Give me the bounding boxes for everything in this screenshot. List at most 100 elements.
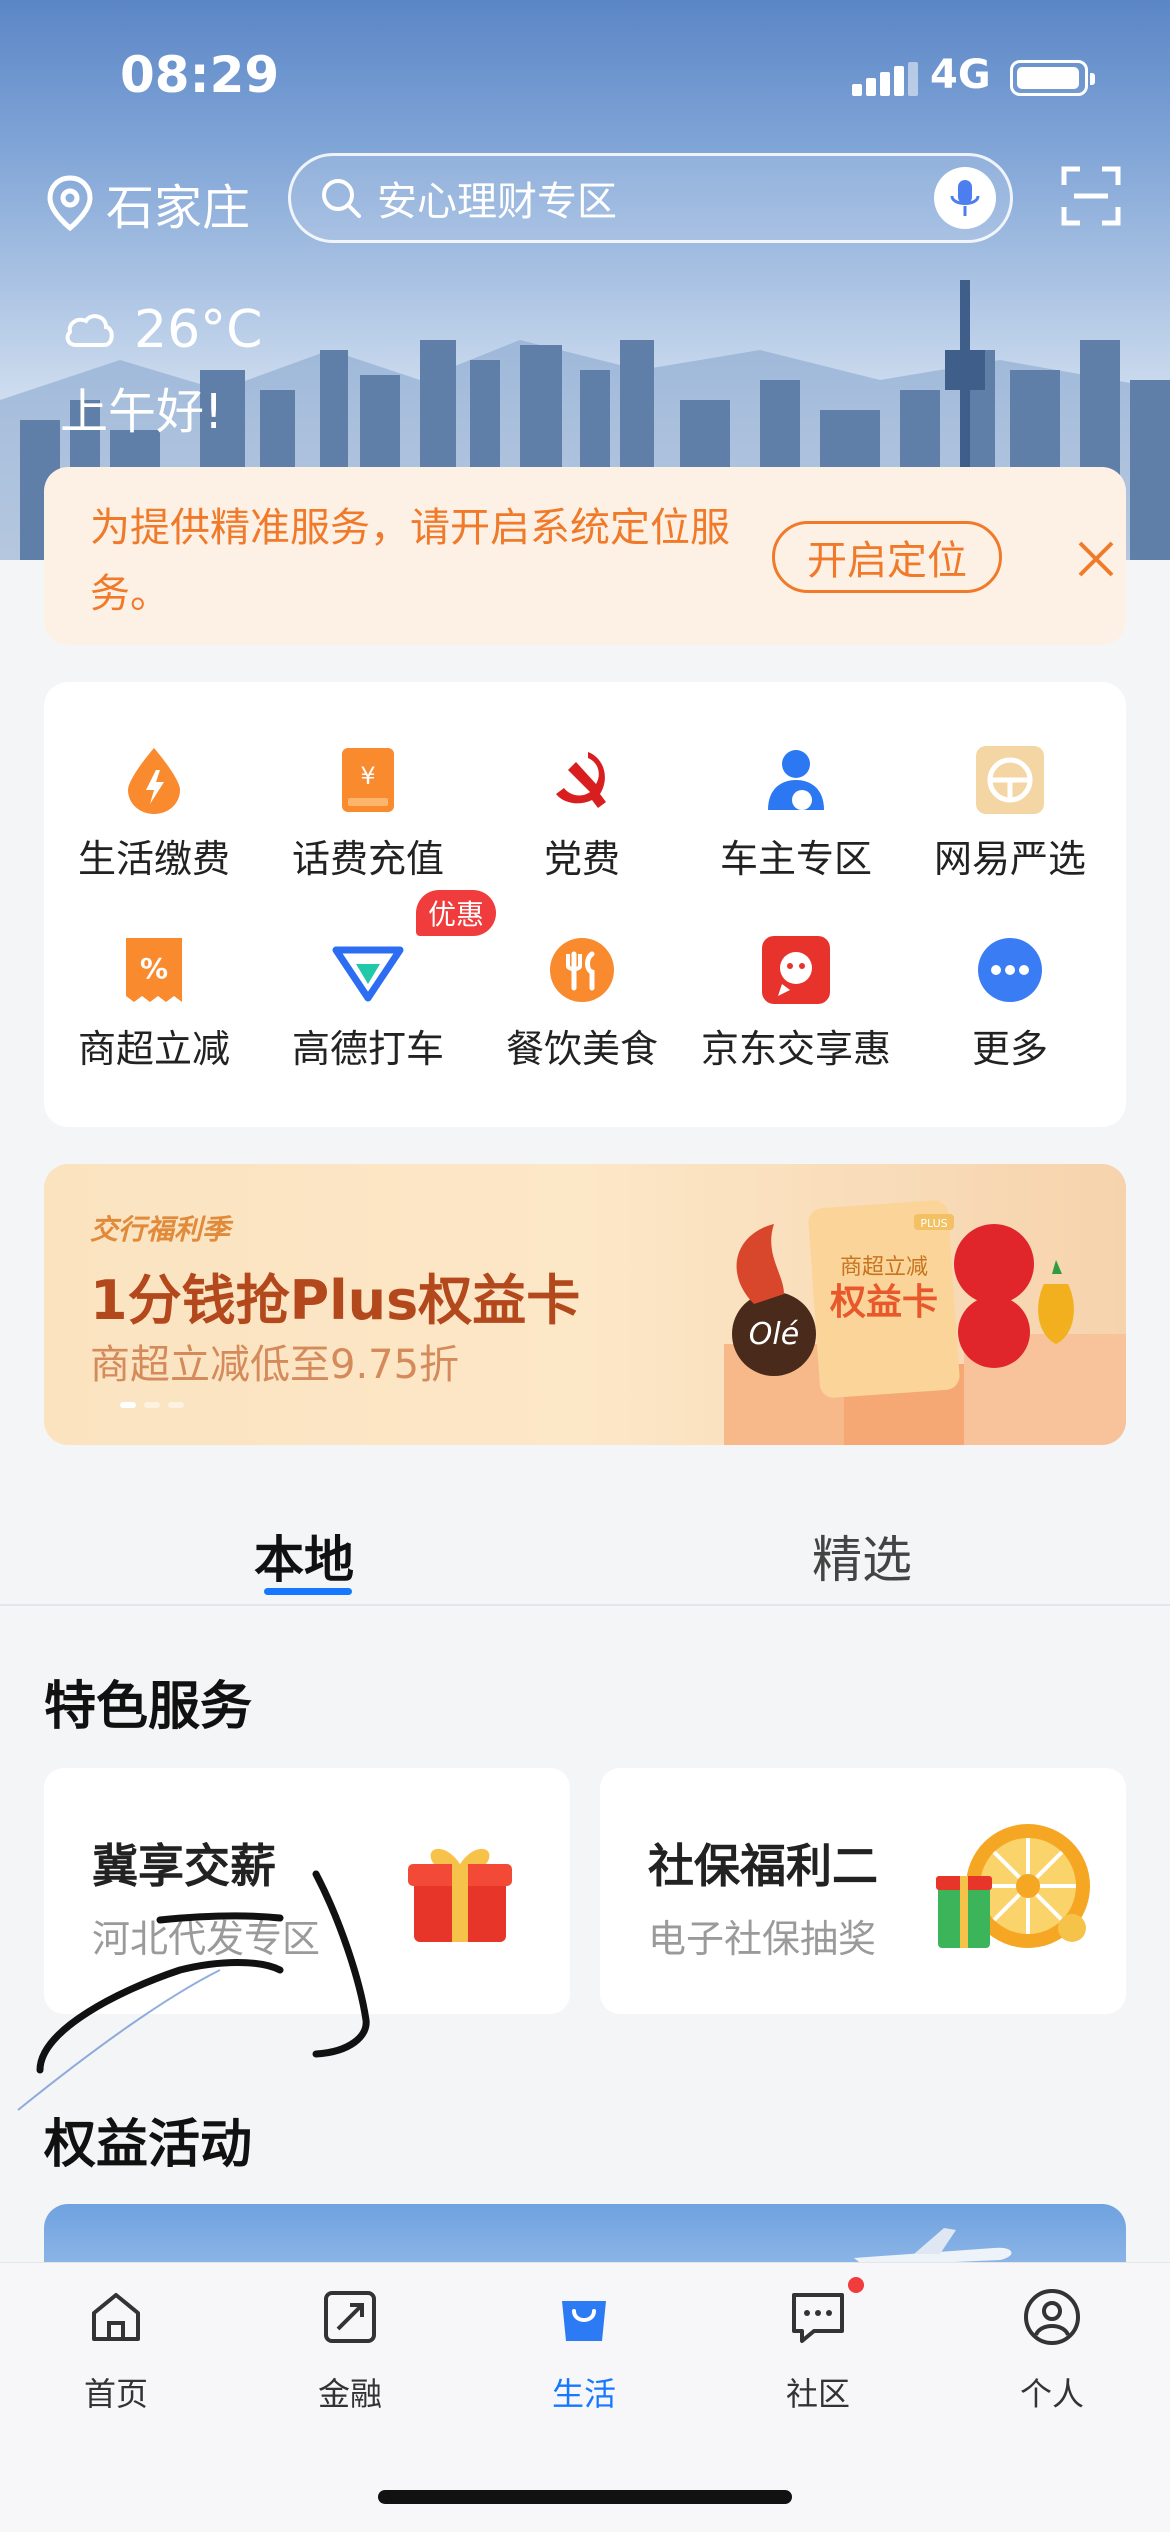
greeting: 上午好! — [60, 384, 224, 440]
active-tab-indicator — [264, 1588, 352, 1595]
tab-local[interactable]: 本地 — [254, 1520, 354, 1592]
nav-home[interactable]: 首页 — [16, 2287, 216, 2427]
home-icon — [92, 2293, 140, 2341]
nav-label: 金融 — [317, 2375, 382, 2413]
service-label: 高德打车 — [291, 1027, 444, 1071]
feature-card-salary[interactable]: 冀享交薪 河北代发专区 — [44, 1768, 570, 2014]
location-permission-banner: 为提供精准服务，请开启系统定位服务。 开启定位 — [44, 467, 1126, 645]
netease-yanxuan-icon — [976, 746, 1044, 814]
svg-text:%: % — [140, 952, 168, 985]
membership-card-tag: PLUS — [920, 1217, 947, 1230]
section-title-activities: 权益活动 — [44, 2115, 253, 2175]
party-fee-icon — [556, 752, 606, 808]
svg-text:¥: ¥ — [360, 762, 375, 790]
service-jd[interactable]: 京东交享惠 — [696, 934, 896, 1094]
service-phone-recharge[interactable]: ¥ 话费充值 — [268, 744, 468, 904]
service-label: 车主专区 — [719, 837, 872, 881]
nav-life[interactable]: 生活 — [484, 2287, 684, 2427]
cloud-icon — [65, 314, 114, 347]
service-label: 生活缴费 — [77, 837, 230, 881]
service-more[interactable]: 更多 — [910, 934, 1110, 1094]
gift-box-icon — [408, 1848, 512, 1942]
service-label: 商超立减 — [77, 1027, 230, 1071]
battery-icon — [1010, 60, 1095, 96]
carousel-dot — [144, 1402, 160, 1408]
service-netease-yanxuan[interactable]: 网易严选 — [910, 744, 1110, 904]
service-supermarket-discount[interactable]: % 商超立减 — [54, 934, 254, 1094]
service-label: 更多 — [971, 1027, 1048, 1071]
location-permission-message: 为提供精准服务，请开启系统定位服务。 — [90, 505, 730, 617]
carousel-dot-active — [120, 1402, 136, 1408]
service-label: 京东交享惠 — [700, 1027, 891, 1071]
service-label: 网易严选 — [933, 837, 1086, 881]
promo-title: 1分钱抢Plus权益卡 — [90, 1269, 581, 1332]
discount-badge: 优惠 — [416, 890, 497, 936]
weather: 26°C — [62, 300, 262, 360]
feature-card-social-security[interactable]: 社保福利二 电子社保抽奖 — [600, 1768, 1126, 2014]
nav-community[interactable]: 社区 — [718, 2287, 918, 2427]
service-grid: 生活缴费 ¥ 话费充值 党费 车主专区 网易严选 % 商超立减 高德打车 餐饮美… — [44, 682, 1126, 1127]
service-utility-bill[interactable]: 生活缴费 — [54, 744, 254, 904]
service-dining[interactable]: 餐饮美食 — [482, 934, 682, 1094]
city-label: 石家庄 — [106, 180, 251, 236]
enable-location-button[interactable]: 开启定位 — [772, 521, 1002, 593]
service-label: 话费充值 — [291, 837, 444, 881]
search-placeholder: 安心理财专区 — [377, 179, 617, 225]
section-title-features: 特色服务 — [44, 1677, 253, 1737]
service-label: 党费 — [543, 837, 620, 881]
search-bar[interactable]: 安心理财专区 — [288, 153, 1013, 243]
feature-card-subtitle: 河北代发专区 — [92, 1917, 321, 1961]
feature-card-title: 社保福利二 — [648, 1839, 878, 1893]
carousel-dot — [168, 1402, 184, 1408]
voice-search-button[interactable] — [934, 167, 996, 229]
nav-profile[interactable]: 个人 — [952, 2287, 1152, 2427]
promo-subtitle: 商超立减低至9.75折 — [90, 1342, 460, 1388]
microphone-icon — [950, 180, 980, 216]
signal-icon — [852, 62, 918, 96]
jd-icon — [762, 936, 830, 1004]
nav-label: 个人 — [1019, 2375, 1084, 2413]
home-indicator — [378, 2490, 792, 2504]
notification-dot — [848, 2277, 864, 2293]
status-bar: 08:29 4G — [0, 0, 1170, 150]
promo-banner[interactable]: 交行福利季 1分钱抢Plus权益卡 商超立减低至9.75折 Olé 商超立减 权… — [44, 1164, 1126, 1445]
prize-wheel-icon — [936, 1824, 1090, 1948]
life-icon — [562, 2301, 606, 2341]
supermarket-discount-icon: % — [126, 938, 182, 1002]
carousel-indicator — [120, 1402, 184, 1408]
membership-card-big-text: 权益卡 — [829, 1282, 938, 1323]
membership-card-small-text: 商超立减 — [840, 1255, 928, 1280]
feature-card-title: 冀享交薪 — [92, 1839, 276, 1893]
service-party-fee[interactable]: 党费 — [482, 744, 682, 904]
promo-brand: 交行福利季 — [90, 1213, 231, 1246]
tab-featured[interactable]: 精选 — [812, 1520, 912, 1592]
location-pin-icon — [47, 175, 93, 232]
phone-recharge-icon: ¥ — [342, 748, 394, 812]
service-label: 餐饮美食 — [505, 1027, 658, 1071]
nav-label: 首页 — [83, 2375, 148, 2413]
scan-icon[interactable] — [1060, 165, 1122, 227]
service-car-owner[interactable]: 车主专区 — [696, 744, 896, 904]
city-selector[interactable]: 石家庄 — [44, 168, 250, 238]
amap-taxi-icon — [332, 946, 404, 1002]
service-amap-taxi[interactable]: 高德打车 — [268, 934, 468, 1094]
close-icon[interactable] — [1076, 539, 1116, 579]
search-icon — [322, 179, 361, 218]
dining-icon — [550, 938, 614, 1002]
community-icon — [792, 2293, 844, 2343]
profile-icon — [1024, 2289, 1080, 2345]
membership-card-image: Olé 商超立减 权益卡 PLUS — [724, 1200, 1126, 1445]
utility-bill-icon — [128, 748, 180, 814]
temperature: 26°C — [134, 300, 263, 360]
svg-text:Olé: Olé — [749, 1317, 799, 1352]
more-icon — [978, 938, 1042, 1002]
status-time: 08:29 — [120, 46, 280, 104]
nav-finance[interactable]: 金融 — [250, 2287, 450, 2427]
feature-card-subtitle: 电子社保抽奖 — [648, 1917, 877, 1961]
network-type: 4G — [930, 52, 991, 98]
nav-label: 生活 — [551, 2375, 616, 2413]
content-tabs: 本地 精选 — [0, 1490, 1170, 1606]
car-owner-icon — [768, 750, 824, 810]
nav-label: 社区 — [785, 2375, 850, 2413]
finance-icon — [324, 2291, 376, 2343]
